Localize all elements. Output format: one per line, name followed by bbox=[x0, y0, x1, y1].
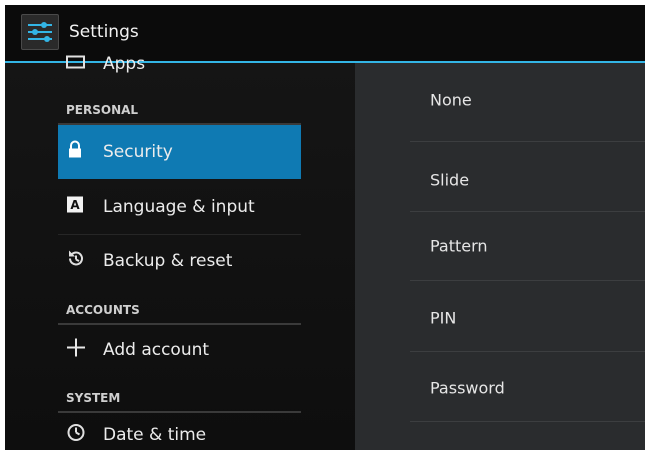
lock-icon bbox=[66, 140, 84, 165]
clock-icon bbox=[66, 423, 86, 448]
nav-item-label: Backup & reset bbox=[103, 251, 233, 271]
option-label: PIN bbox=[430, 308, 457, 328]
section-header-system: SYSTEM bbox=[58, 375, 301, 413]
nav-item-label: Security bbox=[103, 142, 173, 162]
apps-icon bbox=[66, 54, 86, 75]
option-pin[interactable]: PIN bbox=[410, 293, 645, 343]
nav-item-label: Add account bbox=[103, 340, 210, 360]
option-label: None bbox=[430, 90, 472, 110]
option-label: Pattern bbox=[430, 236, 488, 256]
option-slide[interactable]: Slide bbox=[410, 155, 645, 205]
nav-item-security[interactable]: Security bbox=[58, 125, 301, 179]
section-label: PERSONAL bbox=[66, 103, 139, 117]
option-none[interactable]: None bbox=[410, 75, 645, 125]
backup-restore-icon bbox=[66, 249, 86, 274]
svg-text:A: A bbox=[70, 198, 80, 212]
divider bbox=[410, 280, 645, 281]
settings-app-icon[interactable] bbox=[21, 14, 59, 50]
option-password[interactable]: Password bbox=[410, 363, 645, 413]
sliders-icon bbox=[28, 22, 52, 42]
section-label: ACCOUNTS bbox=[66, 303, 140, 317]
section-header-accounts: ACCOUNTS bbox=[58, 287, 301, 325]
option-label: Slide bbox=[430, 170, 470, 190]
nav-item-label: Date & time bbox=[103, 425, 207, 445]
nav-item-apps[interactable]: Apps bbox=[58, 49, 301, 79]
nav-item-label: Apps bbox=[103, 54, 146, 74]
nav-item-label: Language & input bbox=[103, 197, 255, 217]
screen: Settings Apps PERSONAL Security A Langua… bbox=[5, 5, 645, 450]
divider bbox=[410, 421, 645, 422]
option-label: Password bbox=[430, 378, 505, 398]
nav-item-date-time[interactable]: Date & time bbox=[58, 413, 301, 450]
divider bbox=[410, 351, 645, 352]
app-title: Settings bbox=[69, 22, 139, 42]
keyboard-letter-icon: A bbox=[66, 196, 84, 219]
nav-item-add-account[interactable]: Add account bbox=[58, 325, 301, 375]
plus-icon bbox=[66, 338, 86, 363]
section-label: SYSTEM bbox=[66, 391, 121, 405]
nav-item-language-input[interactable]: A Language & input bbox=[58, 181, 301, 233]
section-header-personal: PERSONAL bbox=[58, 91, 301, 125]
screen-lock-options: None Slide Pattern PIN Password bbox=[355, 63, 645, 450]
nav-item-backup-reset[interactable]: Backup & reset bbox=[58, 235, 301, 287]
divider bbox=[410, 211, 645, 212]
settings-nav: Apps PERSONAL Security A Language & inpu… bbox=[5, 54, 355, 450]
divider bbox=[410, 141, 645, 142]
option-pattern[interactable]: Pattern bbox=[410, 221, 645, 271]
